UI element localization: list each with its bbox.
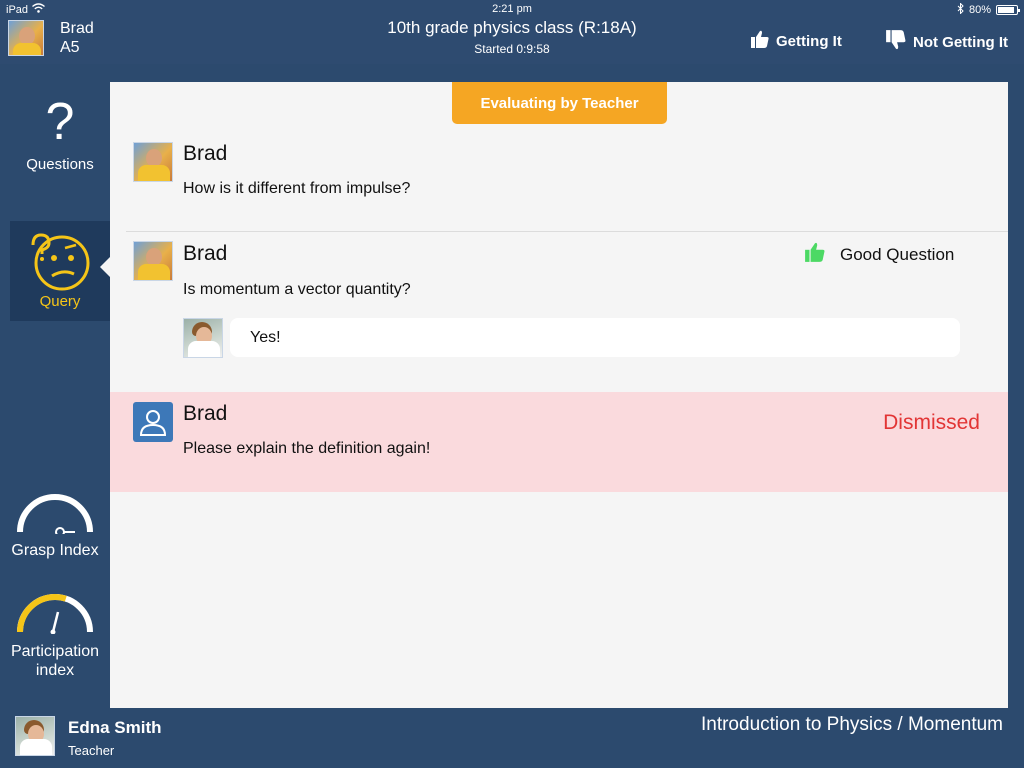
teacher-name: Edna Smith (68, 718, 162, 737)
sidebar-item-questions[interactable]: ? Questions (10, 94, 110, 178)
participation-gauge-icon (0, 594, 110, 635)
not-getting-it-button[interactable]: Not Getting It (885, 29, 1008, 55)
thumbs-up-icon (804, 241, 826, 268)
lesson-topic-breadcrumb[interactable]: Introduction to Physics / Momentum (701, 714, 1003, 736)
sidebar: ? Questions Query Grasp Index Participat… (0, 64, 110, 708)
query-panel: Evaluating by Teacher Brad How is it dif… (110, 82, 1008, 708)
confused-face-icon (10, 221, 110, 291)
session-timer: Started 0:9:58 (474, 42, 550, 56)
query-text: Please explain the definition again! (183, 440, 431, 457)
sidebar-item-label: Grasp Index (11, 542, 99, 559)
query-item-dismissed[interactable]: Brad Dismissed Please explain the defini… (110, 392, 1008, 492)
person-placeholder-icon (133, 402, 173, 442)
status-bar: iPad 2:21 pm 80% (0, 0, 1024, 20)
teacher-avatar (183, 318, 223, 358)
sidebar-item-label: Query (39, 293, 81, 310)
sidebar-item-label: Questions (26, 156, 94, 173)
sidebar-item-query[interactable]: Query (10, 221, 110, 321)
query-text: How is it different from impulse? (183, 180, 411, 197)
dismissed-status: Dismissed (883, 411, 980, 434)
battery-percent: 80% (968, 4, 991, 16)
teacher-info: Edna Smith Teacher (15, 716, 162, 758)
sidebar-item-label: Participation index (10, 643, 100, 679)
thumbs-down-icon (885, 29, 907, 55)
student-avatar (133, 142, 173, 182)
footer: Edna Smith Teacher Introduction to Physi… (0, 708, 1024, 768)
query-text: Is momentum a vector quantity? (183, 281, 411, 298)
not-getting-it-label: Not Getting It (913, 33, 1008, 51)
evaluation-status-badge: Evaluating by Teacher (452, 82, 667, 124)
thumbs-up-icon (750, 29, 770, 53)
student-avatar (133, 241, 173, 281)
good-question-status: Good Question (804, 241, 954, 268)
class-title: 10th grade physics class (R:18A) (387, 18, 637, 37)
teacher-avatar (15, 716, 55, 756)
query-author: Brad (183, 242, 228, 265)
query-author: Brad (183, 142, 228, 165)
gauge-icon (0, 494, 110, 537)
getting-it-label: Getting It (776, 32, 842, 50)
query-item[interactable]: Brad Good Question Is momentum a vector … (110, 232, 1008, 392)
question-mark-icon: ? (45, 93, 75, 151)
teacher-reply: Yes! (230, 318, 960, 357)
sidebar-item-grasp-index[interactable]: Grasp Index (0, 494, 110, 564)
status-label: Good Question (840, 244, 955, 264)
clock: 2:21 pm (492, 3, 532, 15)
query-item[interactable]: Brad How is it different from impulse? (110, 137, 1008, 232)
bluetooth-icon (957, 2, 964, 17)
getting-it-button[interactable]: Getting It (750, 29, 842, 53)
teacher-role: Teacher (68, 743, 115, 758)
battery-icon (996, 5, 1020, 15)
sidebar-item-participation-index[interactable]: Participation index (0, 594, 110, 694)
query-author: Brad (183, 402, 228, 425)
active-caret (100, 257, 110, 277)
